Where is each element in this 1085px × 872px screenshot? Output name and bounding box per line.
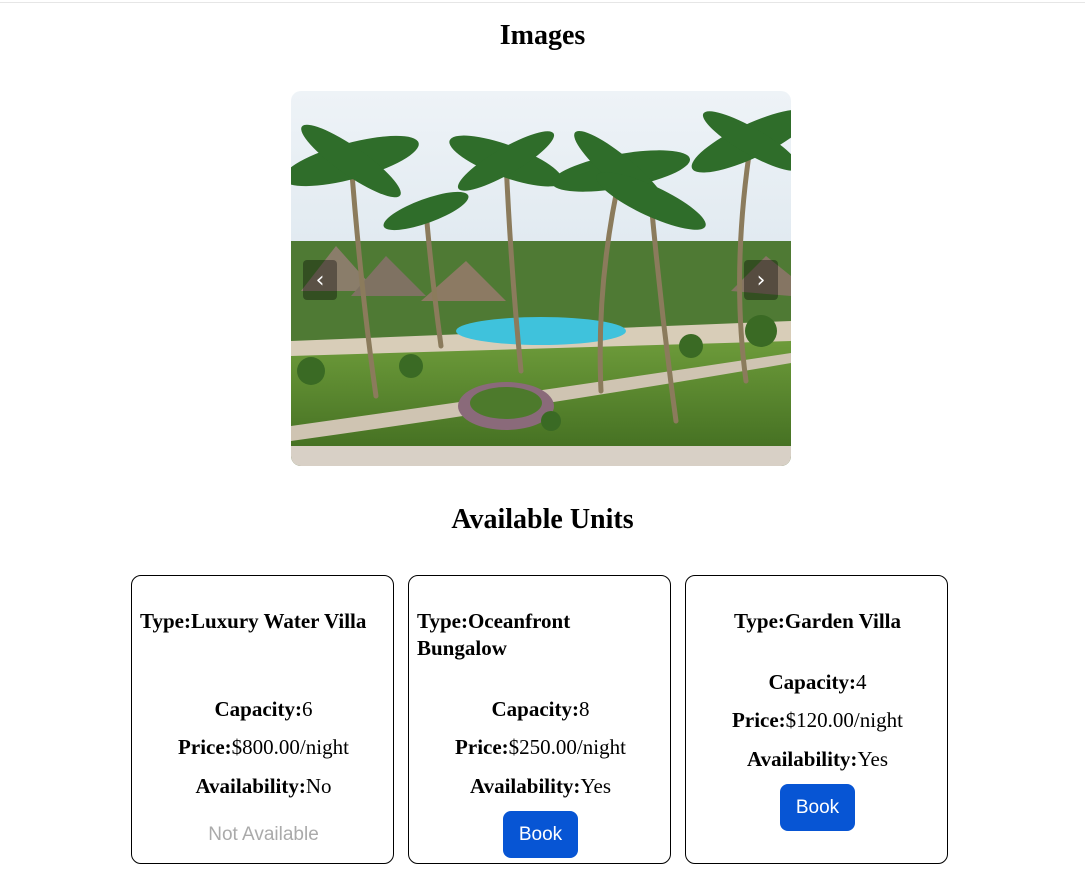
unit-type: Type:Luxury Water Villa bbox=[140, 609, 367, 633]
images-heading: Images bbox=[499, 20, 586, 51]
top-divider bbox=[0, 2, 1085, 3]
unit-capacity: Capacity:6 bbox=[214, 697, 313, 721]
image-carousel[interactable] bbox=[291, 91, 791, 466]
resort-photo bbox=[291, 91, 791, 466]
unit-type: Type:Oceanfront Bungalow bbox=[417, 609, 571, 660]
book-button[interactable]: Book bbox=[780, 784, 855, 831]
carousel-next-button[interactable]: › bbox=[744, 260, 778, 300]
unit-card: Type:Oceanfront Bungalow Capacity:8 Pric… bbox=[408, 575, 671, 864]
book-button[interactable]: Book bbox=[503, 811, 578, 858]
unit-price: Price:$250.00/night bbox=[455, 735, 626, 759]
unit-availability: Availability:Yes bbox=[746, 747, 888, 771]
unit-card: Type:Luxury Water Villa Capacity:6 Price… bbox=[131, 575, 394, 864]
not-available-label: Not Available bbox=[208, 824, 319, 845]
unit-capacity: Capacity:4 bbox=[768, 670, 867, 694]
unit-type: Type:Garden Villa bbox=[733, 609, 902, 633]
unit-price: Price:$120.00/night bbox=[732, 708, 903, 732]
available-units-heading: Available Units bbox=[451, 504, 634, 535]
unit-availability: Availability:No bbox=[195, 774, 332, 798]
unit-availability: Availability:Yes bbox=[469, 774, 611, 798]
carousel-prev-button[interactable]: ‹ bbox=[303, 260, 337, 300]
unit-price: Price:$800.00/night bbox=[178, 735, 349, 759]
unit-capacity: Capacity:8 bbox=[491, 697, 590, 721]
unit-card: Type:Garden Villa Capacity:4 Price:$120.… bbox=[685, 575, 948, 864]
